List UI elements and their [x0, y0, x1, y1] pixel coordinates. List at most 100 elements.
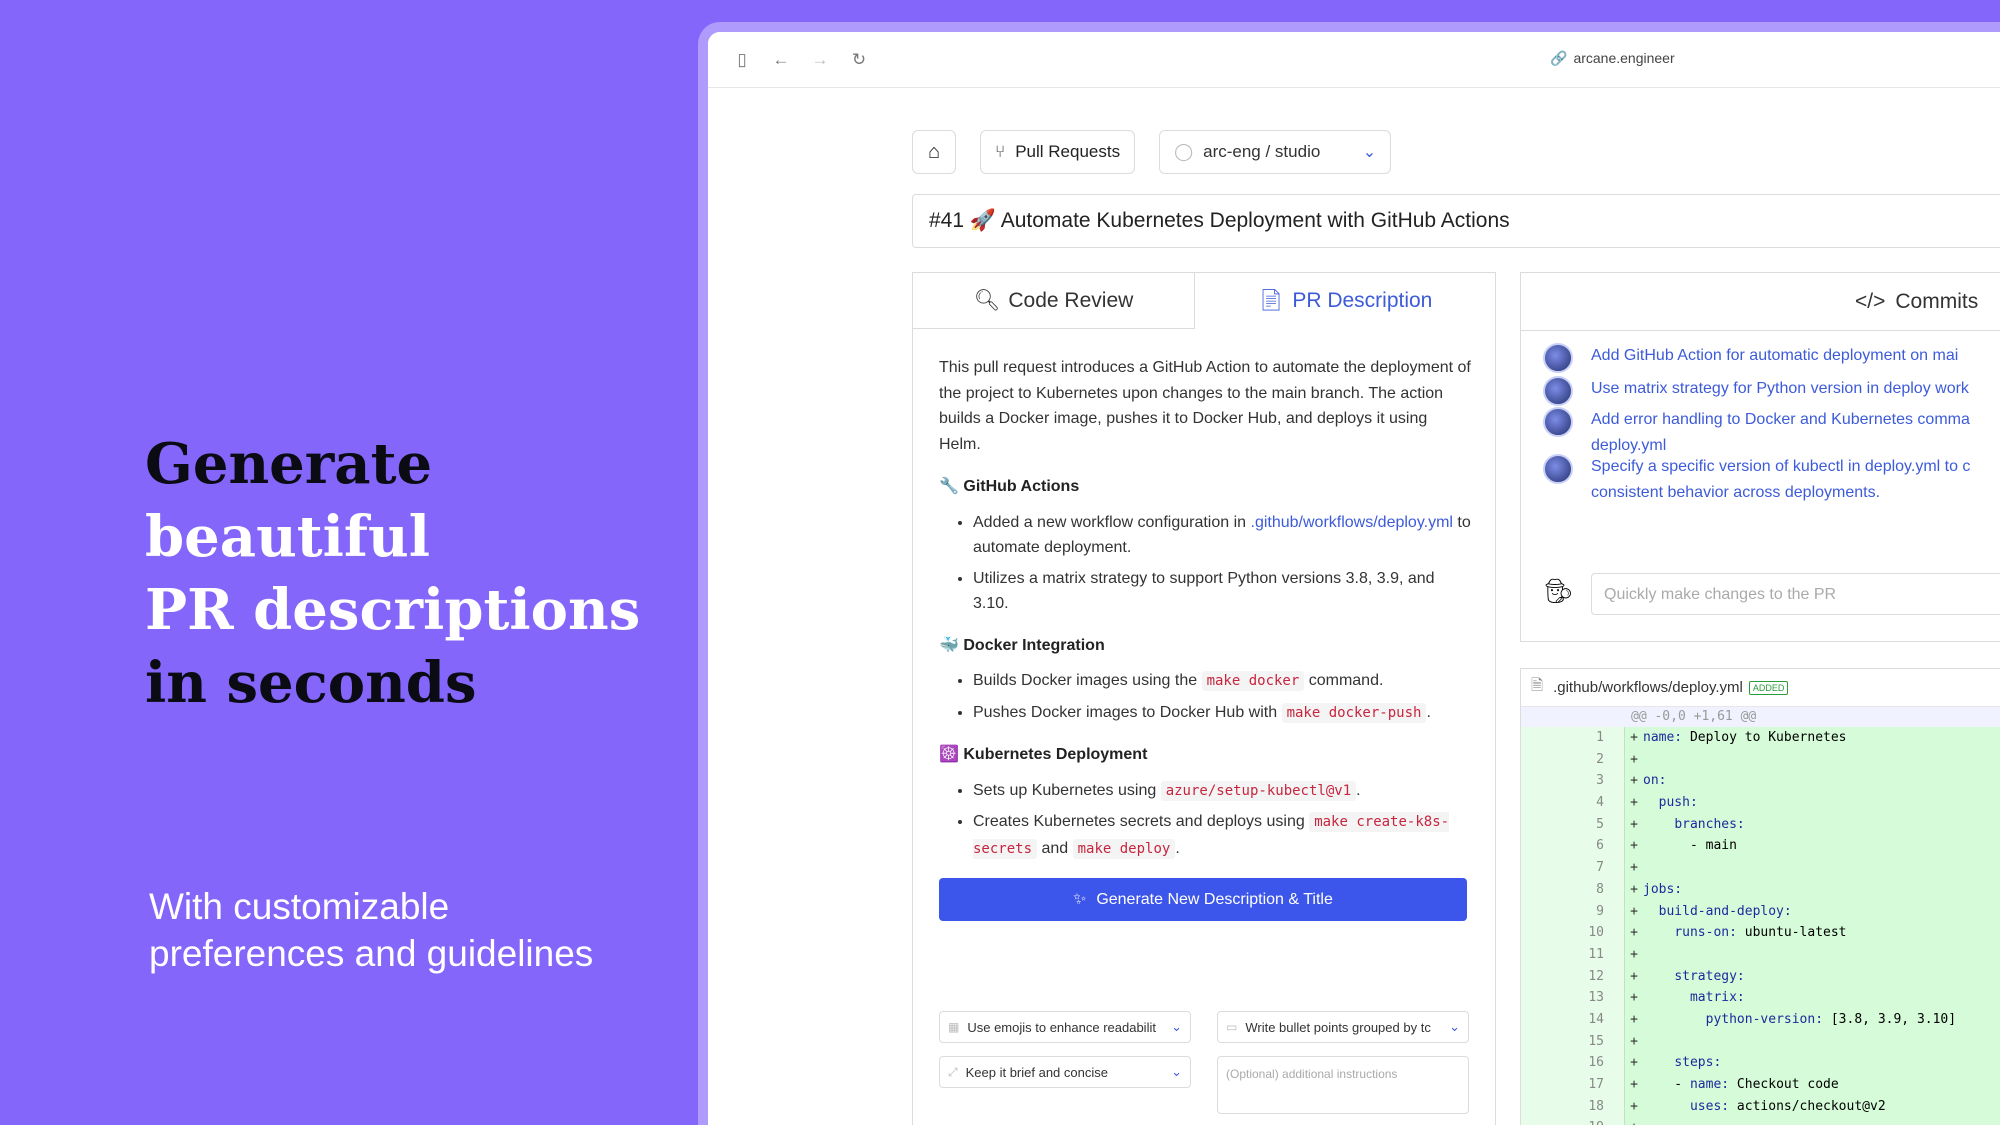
pr-title-field[interactable]: #41 🚀 Automate Kubernetes Deployment wit…	[912, 194, 2000, 248]
diff-plus: +	[1630, 946, 1638, 962]
diff-plus: +	[1630, 1011, 1638, 1027]
line-number: 17	[1521, 1074, 1625, 1096]
diff-filename: .github/workflows/deploy.yml	[1553, 679, 1743, 696]
browser-window: ▯ ← → ↻ 🔗 arcane.engineer ⌂ ⑂ Pull Request…	[708, 32, 2000, 1125]
diff-lines: 1 + name: Deploy to Kubernetes 2 +3 + on: 4 + pu…	[1521, 727, 2000, 1125]
hero-line1a: Generate	[145, 431, 433, 497]
commit-message: Add error handling to Docker and Kuberne…	[1591, 411, 1970, 428]
diff-line: 1 + name: Deploy to Kubernetes	[1521, 727, 2000, 749]
generate-description-button[interactable]: ✨︎ Generate New Description & Title	[939, 878, 1467, 921]
diff-plus: +	[1630, 773, 1638, 789]
code-icon: </>	[1855, 289, 1886, 313]
text: Sets up Kubernetes using	[973, 781, 1161, 799]
line-number: 3	[1521, 770, 1625, 793]
diff-code: build-and-deploy:	[1658, 903, 1792, 919]
commits-panel: </> Commits Add GitHub Action for automat…	[1520, 272, 2000, 642]
line-number: 4	[1521, 792, 1625, 814]
option-label: Keep it brief and concise	[965, 1064, 1108, 1080]
diff-line: 11 +	[1521, 943, 2000, 966]
section-kubernetes-title: ☸️ Kubernetes Deployment	[939, 746, 1148, 763]
option-label: Use emojis to enhance readabilit	[967, 1019, 1156, 1035]
line-number: 10	[1521, 922, 1625, 944]
tab-bar: 🔍︎ Code Review 📄︎ PR Description	[913, 273, 1495, 329]
text: Creates Kubernetes secrets and deploys u…	[973, 813, 1310, 830]
list-item: Pushes Docker images to Docker Hub with …	[973, 700, 1471, 727]
hero-line3: in seconds	[145, 650, 477, 716]
pull-requests-button[interactable]: ⑂ Pull Requests	[980, 130, 1136, 174]
inline-code: azure/setup-kubectl@v1	[1160, 780, 1357, 801]
diff-code: name: Deploy to Kubernetes	[1643, 730, 1847, 745]
description-panel: 🔍︎ Code Review 📄︎ PR Description This pull…	[912, 272, 1496, 1125]
url-bar[interactable]: 🔗 arcane.engineer	[1550, 50, 1675, 67]
emoji-preference-select[interactable]: ▦ Use emojis to enhance readabilit ⌄	[939, 1011, 1191, 1043]
line-number: 15	[1521, 1030, 1625, 1053]
subtitle-line2: preferences and guidelines	[149, 933, 594, 974]
diff-code: jobs:	[1643, 881, 1683, 897]
additional-instructions-input[interactable]: (Optional) additional instructions	[1217, 1056, 1469, 1114]
bullet-preference-select[interactable]: ▭ Write bullet points grouped by tc ⌄	[1217, 1011, 1469, 1043]
text: command.	[1304, 672, 1384, 689]
magic-wand-icon: ✨︎	[1073, 890, 1087, 908]
home-button[interactable]: ⌂	[912, 130, 956, 174]
repo-select[interactable]: ◯ arc-eng / studio ⌄	[1159, 130, 1392, 174]
inline-code: make docker-push	[1281, 702, 1427, 723]
option-label: Write bullet points grouped by tc	[1245, 1019, 1431, 1035]
file-icon: 🗎	[1531, 677, 1544, 694]
diff-code: push:	[1658, 795, 1698, 811]
option-icon: ⤢	[948, 1064, 958, 1079]
option-icon: ▭	[1226, 1020, 1238, 1034]
tab-code-review[interactable]: 🔍︎ Code Review	[913, 273, 1195, 329]
diff-plus: +	[1625, 1117, 1643, 1125]
diff-line: 2 +	[1521, 748, 2000, 771]
length-preference-select[interactable]: ⤢ Keep it brief and concise ⌄	[939, 1056, 1191, 1088]
commit-item[interactable]: Use matrix strategy for Python version i…	[1543, 376, 1969, 406]
subtitle-line1: With customizable	[149, 886, 450, 927]
commit-message: Specify a specific version of kubectl in…	[1591, 458, 1971, 475]
diff-line: 4 + push:	[1521, 792, 2000, 814]
quick-change-input[interactable]: Quickly make changes to the PR	[1591, 573, 2000, 615]
diff-line: 6 + - main	[1521, 835, 2000, 858]
commit-item[interactable]: Specify a specific version of kubectl in…	[1543, 454, 1970, 505]
diff-code: runs-on: ubuntu-latest	[1674, 925, 1847, 941]
diff-code: uses: actions/checkout@v2	[1689, 1098, 1886, 1114]
reload-icon[interactable]: ↻	[849, 50, 869, 70]
diff-line: 19+	[1521, 1117, 2000, 1125]
diff-plus: +	[1630, 838, 1638, 854]
description-intro: This pull request introduces a GitHub Ac…	[939, 359, 1471, 453]
diff-line: 17 + - name: Checkout code	[1521, 1074, 2000, 1096]
commit-item[interactable]: Add GitHub Action for automatic deployme…	[1543, 343, 1958, 373]
diff-plus: +	[1630, 751, 1638, 767]
diff-plus: +	[1630, 1033, 1638, 1049]
diff-plus: +	[1630, 881, 1638, 897]
text: .	[1426, 703, 1431, 721]
list-item: Sets up Kubernetes using azure/setup-kub…	[973, 778, 1471, 805]
diff-code: - name: Checkout code	[1643, 1077, 1839, 1092]
sidebar-toggle-icon[interactable]: ▯	[732, 50, 752, 70]
commit-message: Use matrix strategy for Python version i…	[1591, 380, 1969, 397]
diff-code: branches:	[1674, 816, 1745, 832]
hero-line2: PR descriptions	[145, 577, 641, 643]
line-number: 5	[1521, 813, 1625, 836]
line-number: 16	[1521, 1052, 1625, 1074]
avatar	[1543, 376, 1573, 406]
chevron-down-icon: ⌄	[1171, 1064, 1182, 1079]
workflow-file-link[interactable]: .github/workflows/deploy.yml	[1251, 514, 1453, 531]
forward-icon[interactable]: →	[810, 50, 830, 70]
line-number: 12	[1521, 965, 1625, 988]
diff-code: on:	[1643, 773, 1667, 789]
line-number: 18	[1521, 1095, 1625, 1118]
diff-plus: +	[1630, 1098, 1638, 1114]
commit-item[interactable]: Add error handling to Docker and Kuberne…	[1543, 407, 1970, 458]
line-number: 9	[1521, 900, 1625, 923]
home-icon: ⌂	[927, 140, 941, 163]
pr-title: #41 🚀 Automate Kubernetes Deployment wit…	[929, 209, 1510, 232]
diff-code: - main	[1643, 838, 1737, 854]
text: .	[1175, 839, 1180, 857]
tab-pr-description[interactable]: 📄︎ PR Description	[1194, 273, 1495, 329]
line-number: 13	[1521, 987, 1625, 1009]
tab-pr-description-label: PR Description	[1292, 289, 1433, 312]
diff-code: python-version: [3.8, 3.9, 3.10]	[1705, 1011, 1957, 1027]
back-icon[interactable]: ←	[771, 50, 791, 70]
generate-description-label: Generate New Description & Title	[1096, 890, 1333, 908]
line-number: 2	[1521, 748, 1625, 771]
